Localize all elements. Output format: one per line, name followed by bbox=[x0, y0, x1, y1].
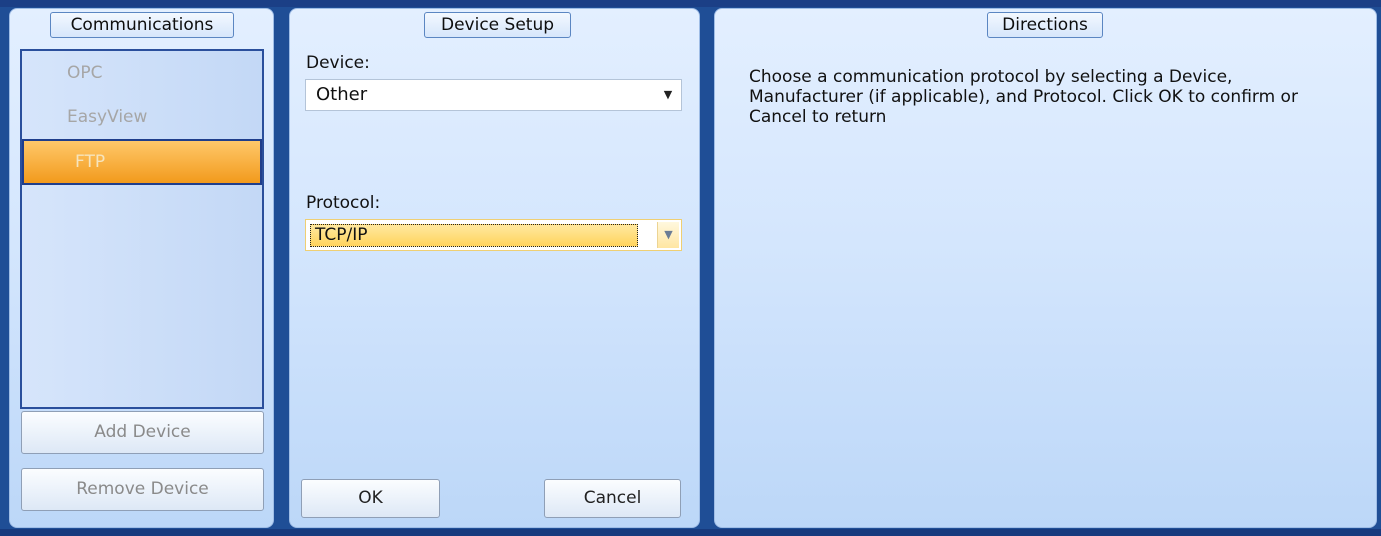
chevron-down-icon[interactable]: ▼ bbox=[657, 82, 679, 108]
device-combobox[interactable]: Other ▼ bbox=[305, 79, 682, 111]
protocol-combobox[interactable]: TCP/IP ▼ bbox=[305, 219, 682, 251]
device-list[interactable]: OPC EasyView FTP bbox=[20, 49, 264, 409]
list-item-ftp[interactable]: FTP bbox=[22, 139, 262, 185]
protocol-value: TCP/IP bbox=[310, 224, 638, 247]
ok-button[interactable]: OK bbox=[301, 479, 440, 518]
directions-panel: Directions Choose a communication protoc… bbox=[714, 8, 1377, 528]
communications-title: Communications bbox=[50, 12, 234, 38]
chevron-down-icon[interactable]: ▼ bbox=[657, 222, 679, 248]
protocol-label: Protocol: bbox=[306, 193, 381, 213]
device-label: Device: bbox=[306, 53, 370, 73]
window-top-border bbox=[0, 0, 1381, 7]
cancel-button[interactable]: Cancel bbox=[544, 479, 681, 518]
device-setup-panel: Device Setup Device: Other ▼ Protocol: T… bbox=[289, 8, 700, 528]
remove-device-button[interactable]: Remove Device bbox=[21, 468, 264, 511]
directions-title: Directions bbox=[987, 12, 1103, 38]
list-item-easyview[interactable]: EasyView bbox=[22, 95, 262, 139]
list-item-opc[interactable]: OPC bbox=[22, 51, 262, 95]
window-bottom-border bbox=[0, 529, 1381, 536]
device-setup-title: Device Setup bbox=[424, 12, 571, 38]
device-value: Other bbox=[316, 84, 368, 105]
add-device-button[interactable]: Add Device bbox=[21, 411, 264, 454]
directions-text: Choose a communication protocol by selec… bbox=[749, 67, 1298, 127]
communications-panel: Communications OPC EasyView FTP Add Devi… bbox=[9, 8, 274, 528]
